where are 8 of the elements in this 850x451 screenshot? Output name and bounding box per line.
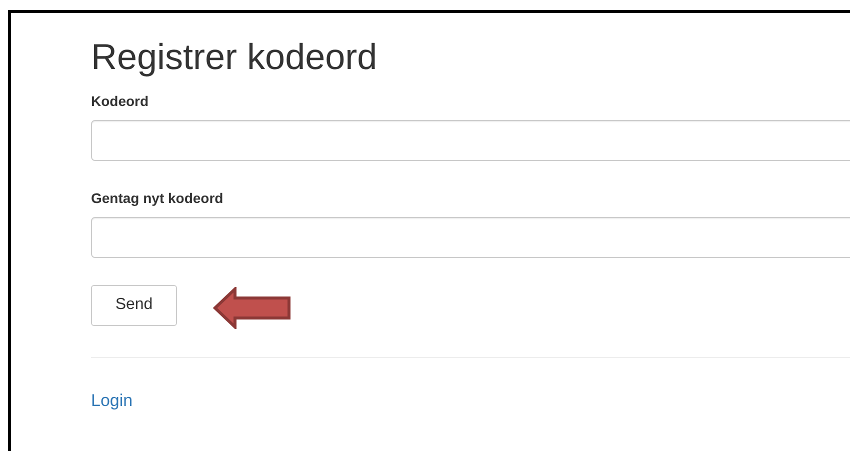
arrow-icon (213, 287, 291, 329)
password-field[interactable] (91, 120, 850, 161)
field-label: Gentag nyt kodeord (91, 189, 224, 207)
login-link[interactable]: Login (91, 391, 133, 411)
page-title: Registrer kodeord (91, 35, 378, 79)
field-label: Kodeord (91, 92, 150, 110)
password-field[interactable] (91, 217, 850, 258)
send-button[interactable]: Send (91, 284, 177, 326)
